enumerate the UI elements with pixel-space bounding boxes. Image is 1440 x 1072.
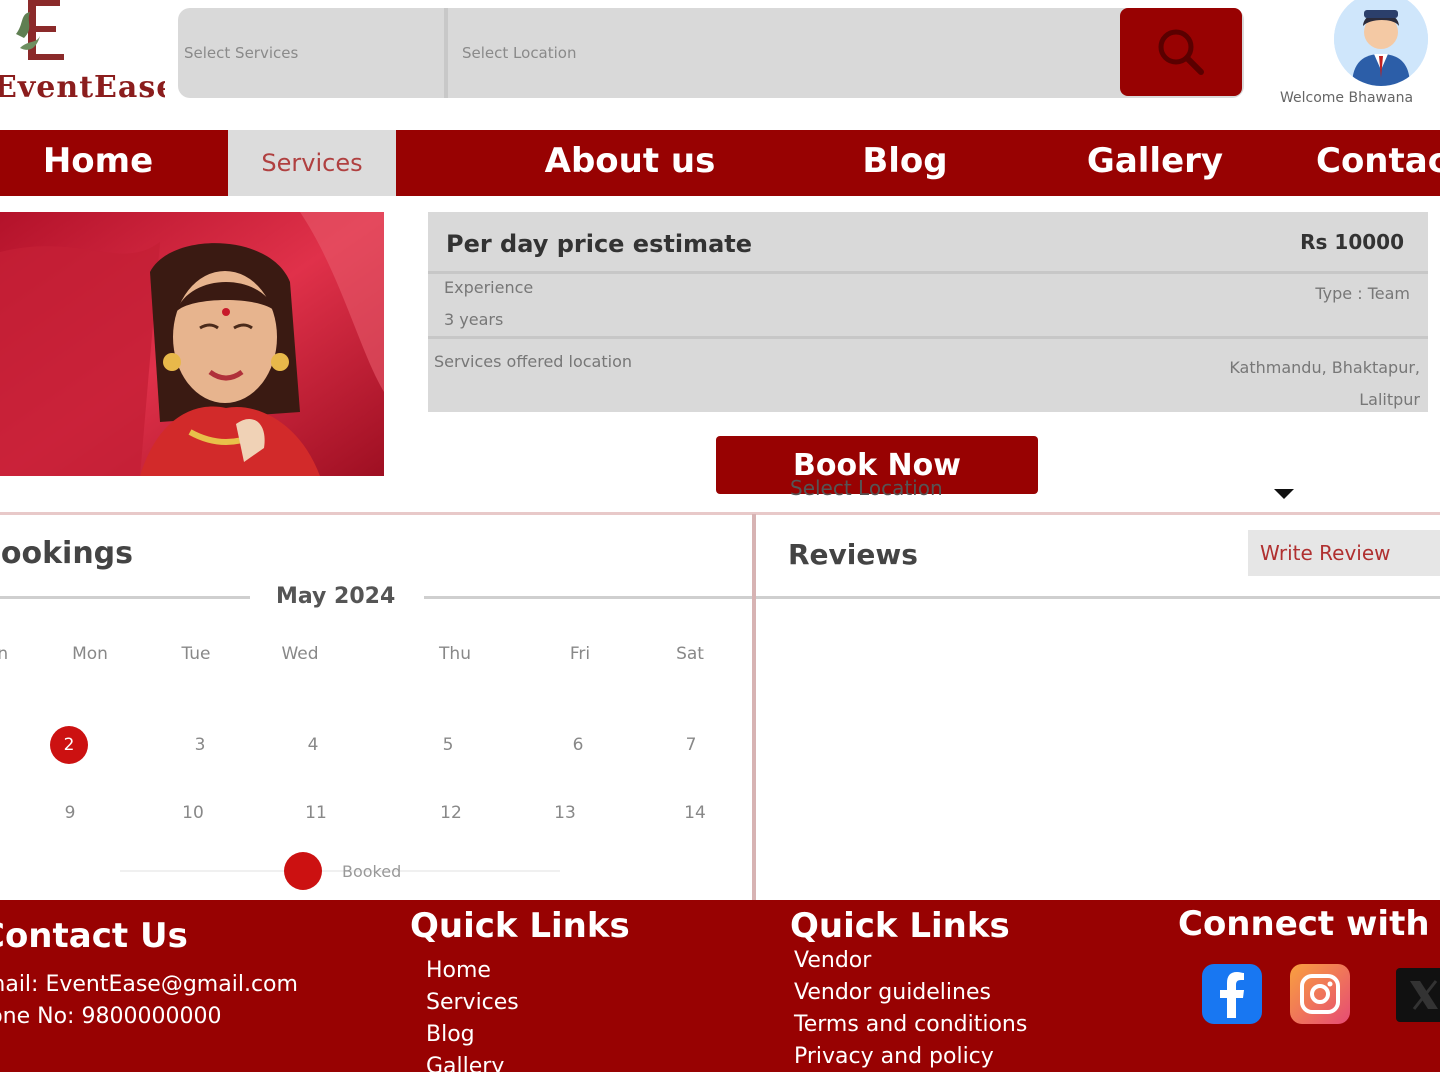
calendar-day[interactable]: 3 [195, 735, 206, 755]
footer-quick-links-title-2: Quick Links [790, 906, 1010, 946]
nav-item-contact[interactable]: Contact [1316, 130, 1440, 192]
footer-contact-title: Contact Us [0, 916, 188, 956]
column-divider [752, 514, 756, 900]
calendar-month[interactable]: May 2024 [276, 584, 395, 609]
calendar-day-booked[interactable]: 2 [50, 726, 88, 764]
logo-wordmark: EventEase [0, 70, 165, 105]
booked-legend-dot [284, 852, 322, 890]
footer-phone: Phone No: 9800000000 [0, 1004, 222, 1029]
location-value: Kathmandu, Bhaktapur, Lalitpur [1229, 358, 1420, 409]
footer-link-vendor-guidelines[interactable]: Vendor guidelines [794, 980, 991, 1005]
bookings-title: Bookings [0, 536, 134, 571]
weekday-thu: Thu [439, 644, 471, 664]
user-avatar-icon [1334, 0, 1428, 86]
welcome-text: Welcome Bhawana [1280, 90, 1414, 106]
section-divider [0, 512, 1440, 515]
calendar-day[interactable]: 13 [554, 803, 576, 823]
nav-item-blog[interactable]: Blog [840, 130, 970, 192]
weekday-fri: Fri [569, 644, 591, 664]
calendar-day[interactable]: 9 [65, 803, 76, 823]
nav-item-services[interactable]: Services [228, 130, 396, 196]
search-bar [178, 8, 1276, 98]
calendar-day[interactable]: 7 [686, 735, 697, 755]
weekday-wed: Wed [281, 644, 319, 664]
calendar-day[interactable]: 12 [440, 803, 462, 823]
logo-mark-icon [16, 0, 64, 60]
calendar-day[interactable]: 14 [684, 803, 706, 823]
service-photo [0, 212, 384, 476]
logo[interactable]: EventEase [0, 0, 165, 110]
footer-email[interactable]: Email: EventEase@gmail.com [0, 972, 298, 997]
detail-header-row: Per day price estimate Rs 10000 [428, 212, 1428, 274]
service-type: Type : Team [1315, 284, 1410, 303]
write-review-button[interactable]: Write Review [1248, 530, 1440, 576]
avatar[interactable] [1334, 0, 1428, 86]
calendar-day[interactable]: 6 [573, 735, 584, 755]
weekday-tue: Tue [181, 644, 211, 664]
footer-connect-title: Connect with us [1178, 904, 1440, 944]
footer-link-vendor[interactable]: Vendor [794, 948, 871, 973]
calendar-rule-left [0, 596, 250, 599]
experience-label: Experience [444, 278, 534, 297]
footer-link-privacy[interactable]: Privacy and policy [794, 1044, 994, 1069]
footer-link-gallery[interactable]: Gallery [426, 1054, 504, 1072]
instagram-icon[interactable] [1290, 964, 1350, 1024]
footer-link-services[interactable]: Services [426, 990, 519, 1015]
reviews-rule [756, 596, 1440, 599]
nav-item-home[interactable]: Home [0, 130, 226, 192]
footer: Contact Us Email: EventEase@gmail.com Ph… [0, 900, 1440, 1072]
calendar-day[interactable]: 11 [305, 803, 327, 823]
service-select-input[interactable] [178, 8, 444, 98]
price-value: Rs 10000 [1300, 230, 1404, 254]
weekday-sat: Sat [676, 644, 704, 664]
reviews-title: Reviews [788, 538, 918, 571]
calendar-day[interactable]: 4 [308, 735, 319, 755]
calendar-rule-right [424, 596, 754, 599]
dropdown-caret-icon[interactable] [1274, 489, 1294, 499]
weekday-mon: Mon [72, 644, 108, 664]
footer-link-terms[interactable]: Terms and conditions [794, 1012, 1027, 1037]
main-nav: Home Services About us Blog Gallery Cont… [0, 130, 1440, 196]
footer-quick-links-title: Quick Links [410, 906, 630, 946]
calendar-day[interactable]: 5 [443, 735, 454, 755]
nav-item-about[interactable]: About us [520, 130, 740, 192]
calendar-day[interactable]: 10 [182, 803, 204, 823]
facebook-icon[interactable] [1202, 964, 1262, 1024]
location-label: Services offered location [434, 352, 633, 371]
footer-link-blog[interactable]: Blog [426, 1022, 475, 1047]
search-button[interactable] [1120, 8, 1242, 96]
price-estimate-label: Per day price estimate [446, 230, 753, 258]
legend-rule [120, 870, 560, 872]
search-icon [1158, 29, 1204, 75]
bride-portrait-image [0, 212, 384, 476]
service-detail-card: Per day price estimate Rs 10000 Experien… [428, 212, 1428, 412]
select-location-dropdown[interactable]: Select Location [790, 476, 943, 500]
user-profile[interactable]: Welcome Bhawana [1272, 0, 1440, 112]
experience-value: 3 years [444, 310, 504, 329]
nav-item-gallery[interactable]: Gallery [1070, 130, 1240, 192]
detail-divider [428, 336, 1428, 339]
weekday-sun: Sun [0, 644, 9, 664]
search-divider [444, 8, 448, 98]
x-icon[interactable] [1396, 968, 1440, 1022]
footer-link-home[interactable]: Home [426, 958, 491, 983]
booked-legend-label: Booked [342, 862, 402, 881]
